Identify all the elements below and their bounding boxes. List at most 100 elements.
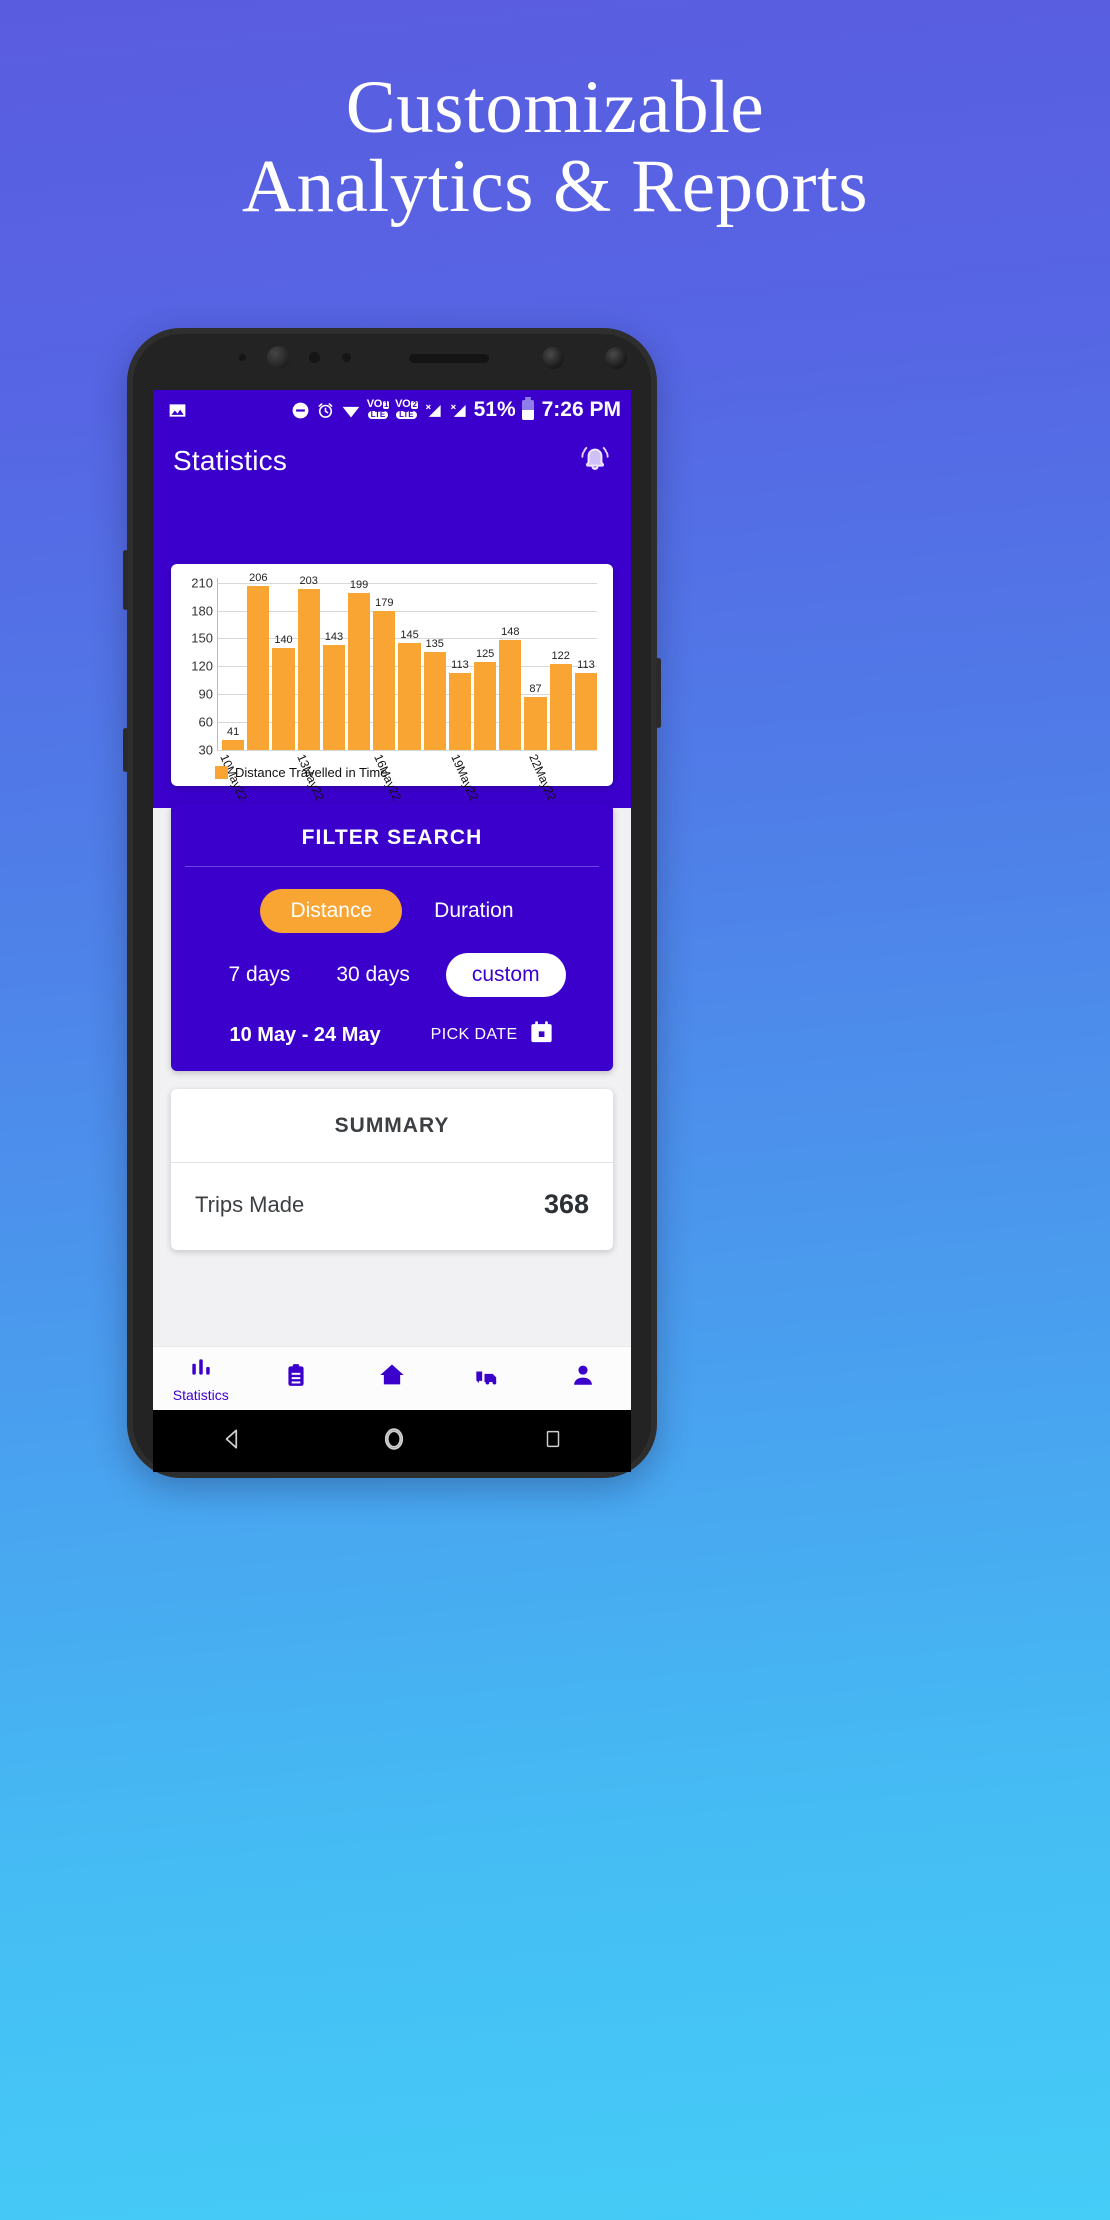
status-icons: VO 1 LTE VO 2 LTE 51% 7:26 PM [291,397,621,422]
y-tick-label: 90 [198,686,213,702]
calendar-icon [528,1019,555,1051]
bar [222,739,245,750]
nav-item-statistics[interactable]: Statistics [153,1354,249,1403]
proximity-sensor-icon [239,354,246,361]
person-icon [570,1362,596,1393]
light-sensor-icon [309,352,320,363]
recents-square-icon[interactable] [542,1428,564,1455]
bar [373,611,396,750]
nav-item-reports[interactable] [249,1362,345,1395]
y-tick-label: 30 [198,742,213,758]
home-icon [378,1361,406,1394]
pick-date-button[interactable]: PICK DATE [431,1019,555,1051]
summary-title: SUMMARY [171,1089,613,1163]
bar-column: 135 [423,578,446,750]
app-bar: Statistics [153,430,631,492]
bar [322,644,346,750]
bar-value-label: 135 [425,638,444,651]
selected-date-range: 10 May - 24 May [229,1023,381,1046]
nav-item-profile[interactable] [535,1362,631,1395]
battery-percent: 51% [473,398,516,421]
y-tick-label: 120 [191,658,213,674]
bar [297,589,320,750]
phone-screen: VO 1 LTE VO 2 LTE 51% 7:26 PM Statistics… [153,390,631,1410]
signal1-icon [424,401,443,420]
battery-icon [521,397,534,420]
bar-value-label: 87 [529,683,542,696]
summary-row-value: 368 [543,1189,589,1219]
volume-button[interactable] [123,550,128,610]
gridline [217,750,597,751]
bar-column: 113 [574,578,598,750]
assistant-button[interactable] [123,728,128,772]
bar-value-label: 143 [324,630,344,643]
bar [574,672,598,750]
bar-column: 199 [348,578,371,750]
bottom-navigation: Statistics [153,1346,631,1410]
date-row: 10 May - 24 May PICK DATE [171,1001,613,1051]
back-triangle-icon[interactable] [220,1426,246,1457]
bar-column: 148 [499,578,522,750]
bar-value-label: 179 [375,597,394,610]
bar-chart-icon [188,1354,214,1385]
range-option-7-days[interactable]: 7 days [218,953,300,997]
bar-chart: 30 60 90 120 150 180 210 41 206 140 203 143 199 179 1… [191,572,598,758]
bar-column: 87 [524,578,547,750]
tertiary-camera-icon [605,347,627,369]
metric-toggle-group: Distance Duration [171,867,613,937]
bar [499,640,522,750]
alarm-icon [316,401,335,420]
phone-device: VO 1 LTE VO 2 LTE 51% 7:26 PM Statistics… [123,328,661,1478]
bar-value-label: 113 [451,658,469,671]
bar-column: 143 [322,578,346,750]
bar [423,652,446,750]
y-tick-label: 150 [191,630,213,646]
clock-time: 7:26 PM [541,398,621,421]
bar [348,592,371,750]
range-option-custom[interactable]: custom [445,953,566,997]
x-tick-label: 22May22 [525,752,559,803]
status-bar: VO 1 LTE VO 2 LTE 51% 7:26 PM [153,390,631,430]
summary-card: SUMMARY Trips Made 368 [171,1089,613,1250]
nav-item-vehicles[interactable] [440,1361,536,1396]
bar-column: 145 [398,578,421,750]
chart-legend: Distance Travelled in Time [215,765,387,780]
chart-card: 30 60 90 120 150 180 210 41 206 140 203 143 199 179 1… [171,564,613,803]
bar-column: 179 [373,578,396,750]
bar-value-label: 199 [349,578,369,591]
page-title: Statistics [173,445,288,476]
volte2-icon: VO 2 LTE [395,398,418,419]
bar [398,643,421,750]
headline-line-2: Analytics & Reports [241,145,869,228]
ir-sensor-icon [342,353,351,362]
clipboard-icon [283,1362,309,1393]
volte1-icon: VO 1 LTE [366,398,390,419]
earpiece-speaker [409,354,489,363]
nav-item-home[interactable] [344,1361,440,1396]
legend-swatch-icon [215,766,228,779]
bell-icon[interactable] [577,441,613,482]
bar-value-label: 41 [226,725,240,738]
home-circle-icon[interactable] [380,1425,408,1458]
pick-date-label: PICK DATE [430,1026,518,1043]
y-tick-label: 180 [191,603,213,619]
range-option-30-days[interactable]: 30 days [326,953,420,997]
bar-series: 41 206 140 203 143 199 179 145 135 113 125 148 87 122… [218,572,598,750]
screen-content: 30 60 90 120 150 180 210 41 206 140 203 143 199 179 1… [153,564,631,1250]
bar-value-label: 113 [577,658,595,671]
metric-option-distance[interactable]: Distance [260,889,403,933]
metric-option-duration[interactable]: Duration [424,889,523,933]
signal2-icon [449,401,468,420]
bar-value-label: 125 [475,647,495,660]
vehicles-icon [474,1361,502,1394]
bar-value-label: 145 [400,629,419,642]
bar-value-label: 140 [274,633,293,646]
y-axis-labels: 30 60 90 120 150 180 210 [179,575,213,757]
bar-column: 203 [297,575,320,750]
table-row: Trips Made 368 [171,1163,613,1250]
filter-title: FILTER SEARCH [301,826,483,849]
wifi-icon [341,400,361,420]
x-tick-label: 19May22 [448,752,482,803]
power-button[interactable] [656,658,661,728]
y-tick-label: 60 [198,714,213,730]
